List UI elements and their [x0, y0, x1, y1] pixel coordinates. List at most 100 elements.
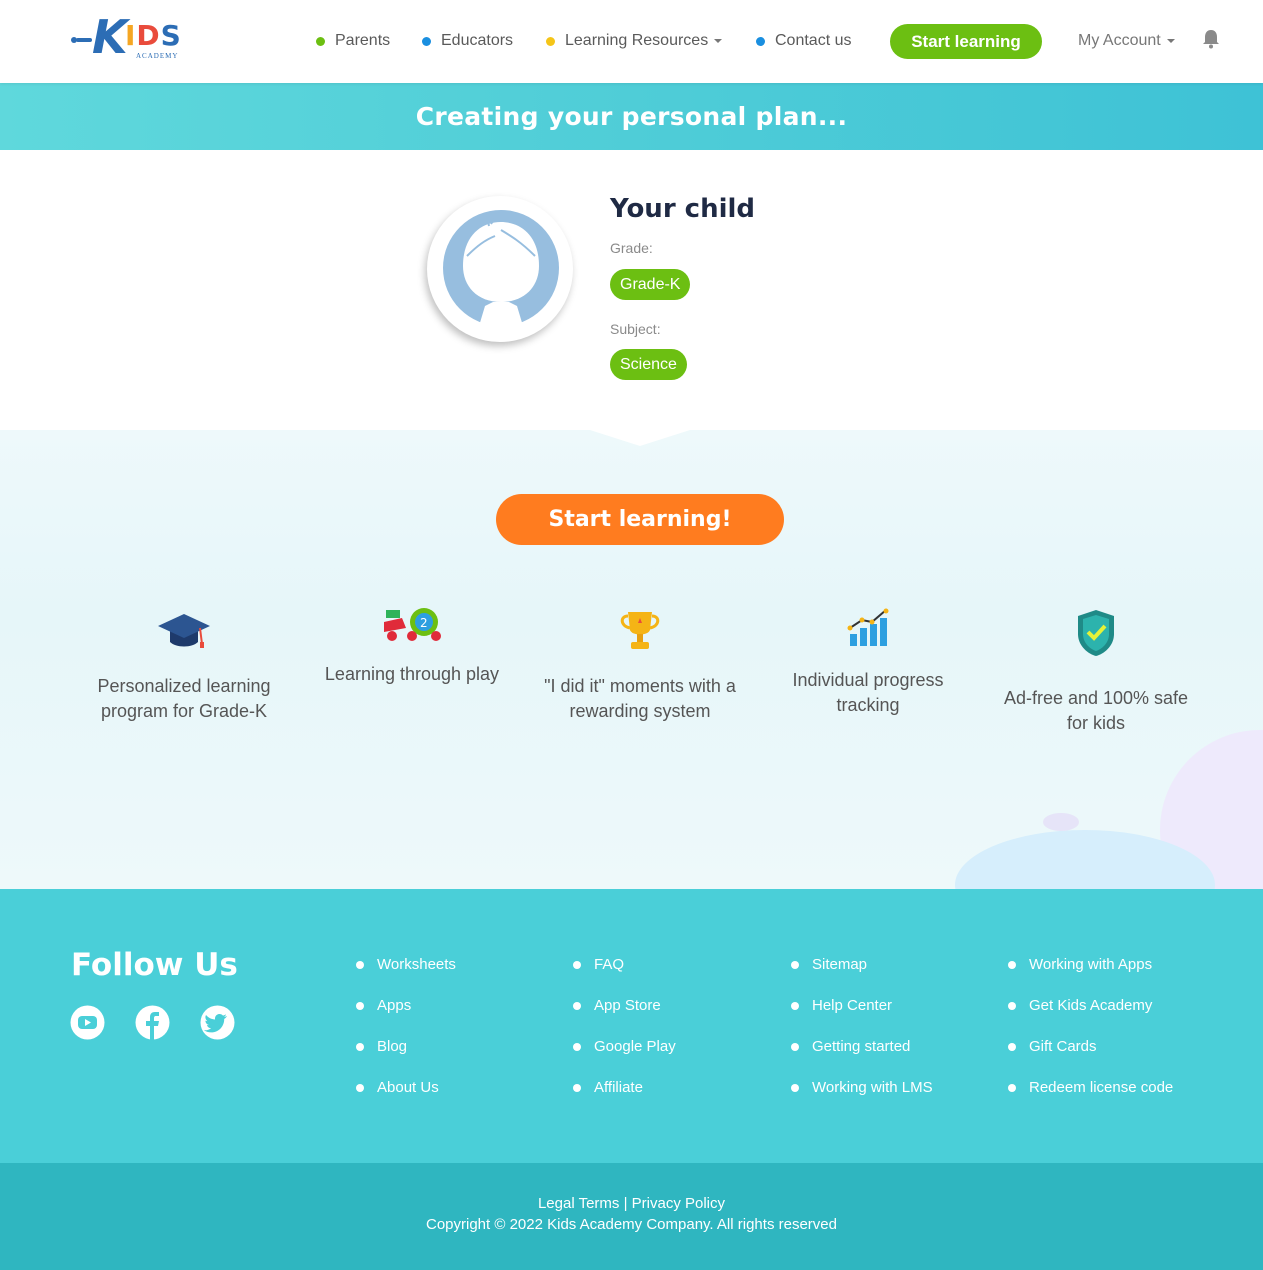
section-notch [590, 430, 690, 446]
footer-link-faq[interactable]: FAQ [573, 944, 676, 985]
child-avatar [427, 196, 573, 342]
footer-link-label: Working with LMS [812, 1079, 933, 1096]
bullet-icon [791, 1083, 799, 1092]
bell-icon[interactable] [1202, 29, 1220, 49]
feature-text: Ad-free and 100% safe for kids [1003, 688, 1189, 733]
graduation-cap-icon [158, 614, 210, 648]
logo-k: K [92, 10, 128, 64]
footer-link-apps[interactable]: Apps [356, 985, 456, 1026]
bullet-icon [356, 1042, 364, 1051]
bullet-icon [791, 960, 799, 969]
footer-link-label: App Store [594, 997, 661, 1014]
decor-blob [1043, 813, 1079, 831]
nav-learning-resources-label: Learning Resources [565, 32, 709, 49]
trophy-icon [620, 612, 660, 649]
footer-link-label: Gift Cards [1029, 1038, 1097, 1055]
bullet-icon [356, 1001, 364, 1010]
nav-contact-us[interactable]: Contact us [756, 28, 851, 54]
footer-link-label: Blog [377, 1038, 408, 1055]
footer-link-label: Get Kids Academy [1029, 997, 1153, 1014]
footer-link-redeem-license-code[interactable]: Redeem license code [1008, 1067, 1173, 1108]
footer-link-google-play[interactable]: Google Play [573, 1026, 676, 1067]
footer-link-about-us[interactable]: About Us [356, 1067, 456, 1108]
chevron-down-icon [714, 39, 723, 43]
nav-dot-icon [756, 36, 765, 46]
my-account-label: My Account [1078, 32, 1161, 49]
twitter-icon[interactable] [200, 1005, 235, 1040]
nav-educators[interactable]: Educators [422, 28, 513, 54]
top-header: K IDS ACADEMY Parents Educators Learning… [0, 0, 1263, 83]
footer-link-label: Working with Apps [1029, 956, 1153, 973]
footer-link-working-with-lms[interactable]: Working with LMS [791, 1067, 933, 1108]
nav-parents[interactable]: Parents [316, 28, 390, 54]
footer-link-help-center[interactable]: Help Center [791, 985, 933, 1026]
footer-link-affiliate[interactable]: Affiliate [573, 1067, 676, 1108]
nav-learning-resources[interactable]: Learning Resources [546, 28, 723, 54]
footer-link-worksheets[interactable]: Worksheets [356, 944, 456, 985]
toy-car-icon: 2 [384, 608, 441, 641]
footer-column-4: Working with Apps Get Kids Academy Gift … [1008, 944, 1173, 1108]
feature-text: Learning through play [324, 664, 500, 684]
feature-play: 2 Learning through play [312, 608, 512, 687]
feature-personalized: Personalized learning program for Grade-… [84, 610, 284, 724]
footer-link-blog[interactable]: Blog [356, 1026, 456, 1067]
youtube-icon[interactable] [70, 1005, 105, 1040]
feature-text: Personalized learning program for Grade-… [97, 676, 271, 721]
footer-link-gift-cards[interactable]: Gift Cards [1008, 1026, 1173, 1067]
footer-link-get-kids-academy[interactable]: Get Kids Academy [1008, 985, 1173, 1026]
legal-links: Legal Terms | Privacy Policy [0, 1195, 1263, 1212]
footer: Follow Us Worksheets Apps Blog About Us … [0, 889, 1263, 1164]
footer-link-label: Worksheets [377, 956, 456, 973]
child-face-icon [443, 210, 559, 326]
bullet-icon [1008, 1001, 1016, 1010]
plan-banner: Creating your personal plan... [0, 83, 1263, 150]
privacy-policy-link[interactable]: Privacy Policy [632, 1195, 725, 1212]
bullet-icon [1008, 960, 1016, 969]
bullet-icon [356, 960, 364, 969]
footer-link-label: Google Play [594, 1038, 676, 1055]
footer-bottom-bar: Legal Terms | Privacy Policy Copyright ©… [0, 1163, 1263, 1270]
child-name: Your child [610, 194, 756, 224]
footer-link-app-store[interactable]: App Store [573, 985, 676, 1026]
nav-parents-label: Parents [335, 32, 391, 49]
legal-terms-link[interactable]: Legal Terms [538, 1195, 619, 1212]
bullet-icon [1008, 1042, 1016, 1051]
footer-link-label: Sitemap [812, 956, 868, 973]
svg-text:2: 2 [420, 616, 428, 630]
nav-dot-icon [422, 36, 431, 46]
footer-link-label: About Us [377, 1079, 439, 1096]
nav-dot-icon [316, 36, 325, 46]
grade-badge: Grade-K [610, 269, 691, 300]
logo-splash-icon [71, 37, 92, 43]
footer-link-getting-started[interactable]: Getting started [791, 1026, 933, 1067]
footer-link-label: Redeem license code [1029, 1079, 1174, 1096]
bullet-icon [573, 1083, 581, 1092]
feature-rewards: "I did it" moments with a rewarding syst… [540, 610, 740, 724]
follow-us-title: Follow Us [71, 947, 238, 983]
bullet-icon [573, 960, 581, 969]
footer-link-label: FAQ [594, 956, 625, 973]
bullet-icon [356, 1083, 364, 1092]
kids-academy-logo[interactable]: K IDS ACADEMY [70, 12, 185, 68]
benefits-section: Start learning! Personalized learning pr… [0, 430, 1263, 889]
footer-link-label: Apps [377, 997, 412, 1014]
progress-chart-icon [847, 608, 889, 646]
feature-safe: Ad-free and 100% safe for kids [996, 608, 1196, 736]
subject-label: Subject: [610, 321, 661, 337]
copyright-text: Copyright © 2022 Kids Academy Company. A… [426, 1216, 837, 1233]
bullet-icon [1008, 1083, 1016, 1092]
footer-link-sitemap[interactable]: Sitemap [791, 944, 933, 985]
start-learning-header-button[interactable]: Start learning [890, 24, 1042, 59]
footer-link-working-with-apps[interactable]: Working with Apps [1008, 944, 1173, 985]
footer-column-3: Sitemap Help Center Getting started Work… [791, 944, 933, 1108]
feature-text: "I did it" moments with a rewarding syst… [544, 676, 736, 721]
legal-separator: | [623, 1195, 628, 1212]
logo-academy: ACADEMY [136, 52, 179, 60]
bullet-icon [791, 1042, 799, 1051]
my-account-menu[interactable]: My Account [1078, 28, 1175, 54]
nav-educators-label: Educators [441, 32, 514, 49]
facebook-icon[interactable] [135, 1005, 170, 1040]
footer-link-label: Affiliate [594, 1079, 643, 1096]
start-learning-button[interactable]: Start learning! [496, 494, 784, 545]
footer-column-1: Worksheets Apps Blog About Us [356, 944, 456, 1108]
